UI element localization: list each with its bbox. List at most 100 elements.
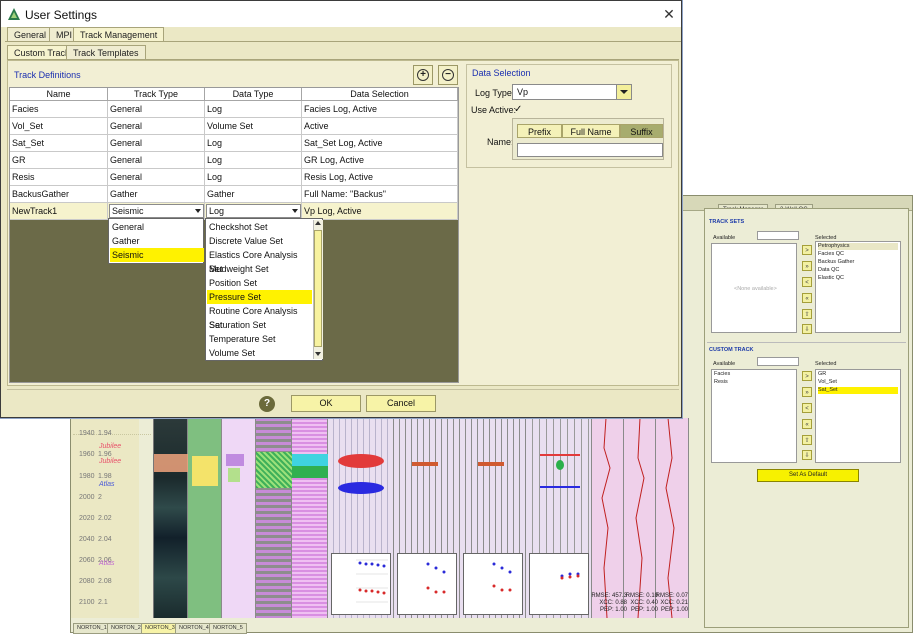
name-mode-full-name[interactable]: Full Name xyxy=(562,124,620,138)
move-all-right-button[interactable]: » xyxy=(802,261,812,271)
name-mode-suffix[interactable]: Suffix xyxy=(620,124,663,138)
custom-track-available-list[interactable]: Facies Resis xyxy=(711,369,797,463)
table-row[interactable]: Vol_Set General Volume Set Active xyxy=(10,118,458,135)
help-icon[interactable]: ? xyxy=(259,396,275,412)
dropdown-option[interactable]: Position Set xyxy=(207,276,312,290)
dropdown-option[interactable]: General xyxy=(110,220,204,234)
cell-data-selection[interactable]: Full Name: "Backus" xyxy=(302,186,458,203)
cell-data-selection[interactable]: Facies Log, Active xyxy=(302,101,458,118)
cell-data-selection[interactable]: Active xyxy=(302,118,458,135)
column-header[interactable]: Data Selection xyxy=(302,88,458,101)
add-track-button[interactable]: + xyxy=(413,65,433,85)
log-type-dropdown-button[interactable] xyxy=(616,85,631,99)
column-header[interactable]: Data Type xyxy=(205,88,302,101)
dropdown-option[interactable]: Elastics Core Analysis Set xyxy=(207,248,312,274)
tab-track-templates[interactable]: Track Templates xyxy=(66,45,146,60)
dropdown-option[interactable]: Temperature Set xyxy=(207,332,312,346)
cell-data-type[interactable]: Volume Set xyxy=(205,118,302,135)
cell-name[interactable]: BackusGather xyxy=(10,186,108,203)
list-item[interactable]: Backus Gather xyxy=(818,259,854,266)
name-input[interactable] xyxy=(517,143,663,157)
track-sets-available-list[interactable]: <None available> xyxy=(711,243,797,333)
cell-name[interactable]: Vol_Set xyxy=(10,118,108,135)
close-icon[interactable]: ✕ xyxy=(660,5,678,23)
cell-track-type[interactable]: Gather xyxy=(108,186,205,203)
table-row[interactable]: GR General Log GR Log, Active xyxy=(10,152,458,169)
move-right-button[interactable]: > xyxy=(802,245,812,255)
column-header[interactable]: Name xyxy=(10,88,108,101)
dropdown-option[interactable]: Saturation Set xyxy=(207,318,312,332)
cell-data-selection[interactable]: Sat_Set Log, Active xyxy=(302,135,458,152)
table-row[interactable]: Facies General Log Facies Log, Active xyxy=(10,101,458,118)
log-type-select[interactable]: Vp xyxy=(512,84,632,100)
cell-name[interactable]: NewTrack1 xyxy=(10,203,108,220)
scroll-thumb[interactable] xyxy=(314,230,322,347)
dropdown-option[interactable]: Discrete Value Set xyxy=(207,234,312,248)
list-item[interactable]: Data QC xyxy=(818,267,839,274)
track-sets-search-input[interactable] xyxy=(757,231,799,240)
dropdown-option-selected[interactable]: Pressure Set xyxy=(207,290,312,304)
remove-track-button[interactable]: − xyxy=(438,65,458,85)
move-up-button[interactable]: ⇧ xyxy=(802,435,812,445)
tab-general[interactable]: General xyxy=(7,27,54,42)
dropdown-option[interactable]: Volume Set xyxy=(207,346,312,360)
scroll-up-icon[interactable] xyxy=(315,221,321,225)
table-row[interactable]: BackusGather Gather Gather Full Name: "B… xyxy=(10,186,458,203)
well-tab[interactable]: NORTON_1 xyxy=(73,623,111,634)
list-item[interactable]: Facies QC xyxy=(818,251,844,258)
move-up-button[interactable]: ⇧ xyxy=(802,309,812,319)
dropdown-option[interactable]: Routine Core Analysis Set xyxy=(207,304,312,330)
list-item[interactable]: Facies xyxy=(714,371,730,378)
data-type-combo[interactable]: Log xyxy=(206,204,301,218)
cell-data-type[interactable]: Log xyxy=(205,135,302,152)
data-type-dropdown[interactable]: Checkshot Set Discrete Value Set Elastic… xyxy=(205,218,323,361)
well-tab[interactable]: NORTON_4 xyxy=(175,623,213,634)
scroll-down-icon[interactable] xyxy=(315,352,321,356)
list-item[interactable]: Vol_Set xyxy=(818,379,837,386)
list-item-selected[interactable]: Sat_Set xyxy=(818,387,898,394)
track-sets-selected-list[interactable]: Petrophysics Facies QC Backus Gather Dat… xyxy=(815,241,901,333)
dropdown-option[interactable]: Mudweight Set xyxy=(207,262,312,276)
track-type-combo[interactable]: Seismic xyxy=(109,204,204,218)
cell-data-type[interactable]: Log xyxy=(205,101,302,118)
move-all-left-button[interactable]: « xyxy=(802,419,812,429)
cell-data-selection[interactable]: GR Log, Active xyxy=(302,152,458,169)
name-mode-prefix[interactable]: Prefix xyxy=(517,124,562,138)
use-active-checkbox[interactable]: ✓ xyxy=(514,104,522,115)
cancel-button[interactable]: Cancel xyxy=(366,395,436,412)
cell-track-type[interactable]: General xyxy=(108,135,205,152)
track-sets-header[interactable]: TRACK SETS xyxy=(709,219,744,225)
cell-name[interactable]: GR xyxy=(10,152,108,169)
cell-track-type[interactable]: General xyxy=(108,152,205,169)
move-left-button[interactable]: < xyxy=(802,277,812,287)
dropdown-option-selected[interactable]: Seismic xyxy=(110,248,204,262)
custom-track-header[interactable]: CUSTOM TRACK xyxy=(709,347,754,353)
table-row[interactable]: Resis General Log Resis Log, Active xyxy=(10,169,458,186)
custom-track-selected-list[interactable]: GR Vol_Set Sat_Set xyxy=(815,369,901,463)
dropdown-scrollbar[interactable] xyxy=(313,220,323,359)
cell-track-type[interactable]: General xyxy=(108,101,205,118)
cell-data-selection[interactable]: Resis Log, Active xyxy=(302,169,458,186)
cell-name[interactable]: Sat_Set xyxy=(10,135,108,152)
ok-button[interactable]: OK xyxy=(291,395,361,412)
set-as-default-button[interactable]: Set As Default xyxy=(757,469,859,482)
well-tab-active[interactable]: NORTON_3 xyxy=(141,623,179,634)
well-tab[interactable]: NORTON_5 xyxy=(209,623,247,634)
cell-data-type[interactable]: Log xyxy=(205,152,302,169)
table-row[interactable]: Sat_Set General Log Sat_Set Log, Active xyxy=(10,135,458,152)
dropdown-option[interactable]: Gather xyxy=(110,234,204,248)
track-type-dropdown[interactable]: General Gather Seismic xyxy=(108,218,204,264)
dialog-titlebar[interactable] xyxy=(1,1,681,27)
move-down-button[interactable]: ⇩ xyxy=(802,324,812,334)
cell-name[interactable]: Facies xyxy=(10,101,108,118)
dropdown-option[interactable]: Checkshot Set xyxy=(207,220,312,234)
move-down-button[interactable]: ⇩ xyxy=(802,450,812,460)
custom-track-search-input[interactable] xyxy=(757,357,799,366)
list-item[interactable]: GR xyxy=(818,371,826,378)
move-right-button[interactable]: > xyxy=(802,371,812,381)
cell-track-type[interactable]: General xyxy=(108,118,205,135)
cell-name[interactable]: Resis xyxy=(10,169,108,186)
cell-data-selection[interactable]: Vp Log, Active xyxy=(302,203,458,220)
list-item[interactable]: Petrophysics xyxy=(818,243,898,250)
cell-track-type[interactable]: General xyxy=(108,169,205,186)
